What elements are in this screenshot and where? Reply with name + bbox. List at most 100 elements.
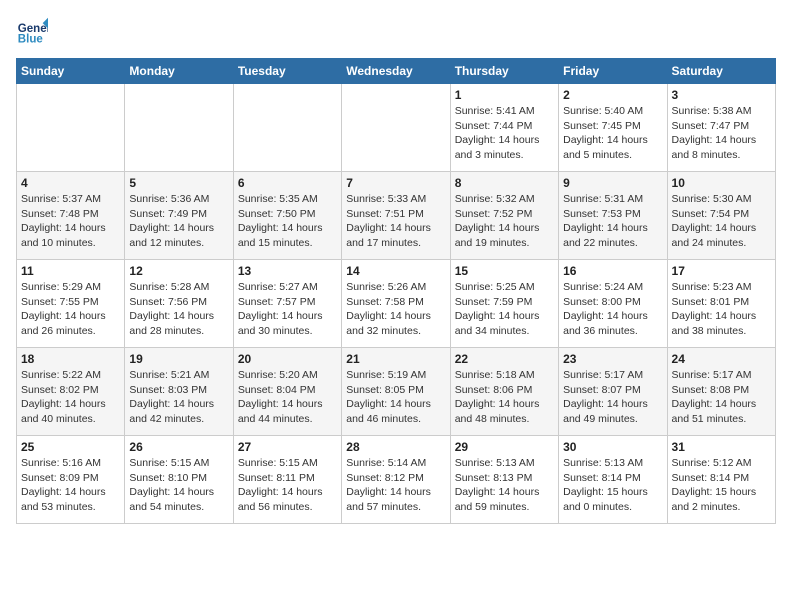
day-number: 3 bbox=[672, 88, 771, 102]
header: General Blue bbox=[16, 16, 776, 48]
day-info: Sunrise: 5:25 AM Sunset: 7:59 PM Dayligh… bbox=[455, 280, 554, 339]
day-info: Sunrise: 5:15 AM Sunset: 8:10 PM Dayligh… bbox=[129, 456, 228, 515]
day-info: Sunrise: 5:27 AM Sunset: 7:57 PM Dayligh… bbox=[238, 280, 337, 339]
day-number: 21 bbox=[346, 352, 445, 366]
calendar-week-3: 11 Sunrise: 5:29 AM Sunset: 7:55 PM Dayli… bbox=[17, 260, 776, 348]
calendar-cell: 23 Sunrise: 5:17 AM Sunset: 8:07 PM Dayli… bbox=[559, 348, 667, 436]
calendar-cell: 14 Sunrise: 5:26 AM Sunset: 7:58 PM Dayli… bbox=[342, 260, 450, 348]
day-info: Sunrise: 5:31 AM Sunset: 7:53 PM Dayligh… bbox=[563, 192, 662, 251]
day-info: Sunrise: 5:41 AM Sunset: 7:44 PM Dayligh… bbox=[455, 104, 554, 163]
day-info: Sunrise: 5:15 AM Sunset: 8:11 PM Dayligh… bbox=[238, 456, 337, 515]
calendar-cell: 29 Sunrise: 5:13 AM Sunset: 8:13 PM Dayli… bbox=[450, 436, 558, 524]
day-number: 30 bbox=[563, 440, 662, 454]
calendar-cell: 12 Sunrise: 5:28 AM Sunset: 7:56 PM Dayli… bbox=[125, 260, 233, 348]
weekday-header-wednesday: Wednesday bbox=[342, 59, 450, 84]
day-info: Sunrise: 5:33 AM Sunset: 7:51 PM Dayligh… bbox=[346, 192, 445, 251]
day-number: 29 bbox=[455, 440, 554, 454]
calendar-cell: 19Sunrise: 5:21 AM Sunset: 8:03 PM Dayli… bbox=[125, 348, 233, 436]
day-number: 5 bbox=[129, 176, 228, 190]
day-number: 6 bbox=[238, 176, 337, 190]
calendar-cell: 27 Sunrise: 5:15 AM Sunset: 8:11 PM Dayli… bbox=[233, 436, 341, 524]
calendar-cell: 18 Sunrise: 5:22 AM Sunset: 8:02 PM Dayli… bbox=[17, 348, 125, 436]
day-info: Sunrise: 5:28 AM Sunset: 7:56 PM Dayligh… bbox=[129, 280, 228, 339]
day-info: Sunrise: 5:38 AM Sunset: 7:47 PM Dayligh… bbox=[672, 104, 771, 163]
calendar-cell: 15 Sunrise: 5:25 AM Sunset: 7:59 PM Dayli… bbox=[450, 260, 558, 348]
calendar-cell: 5 Sunrise: 5:36 AM Sunset: 7:49 PM Daylig… bbox=[125, 172, 233, 260]
day-info: Sunrise: 5:36 AM Sunset: 7:49 PM Dayligh… bbox=[129, 192, 228, 251]
calendar-cell: 16 Sunrise: 5:24 AM Sunset: 8:00 PM Dayli… bbox=[559, 260, 667, 348]
calendar-cell: 10 Sunrise: 5:30 AM Sunset: 7:54 PM Dayli… bbox=[667, 172, 775, 260]
day-number: 15 bbox=[455, 264, 554, 278]
calendar-cell: 21Sunrise: 5:19 AM Sunset: 8:05 PM Dayli… bbox=[342, 348, 450, 436]
calendar-cell: 30 Sunrise: 5:13 AM Sunset: 8:14 PM Dayli… bbox=[559, 436, 667, 524]
calendar-cell bbox=[233, 84, 341, 172]
day-info: Sunrise: 5:26 AM Sunset: 7:58 PM Dayligh… bbox=[346, 280, 445, 339]
day-info: Sunrise: 5:22 AM Sunset: 8:02 PM Dayligh… bbox=[21, 368, 120, 427]
calendar-table: SundayMondayTuesdayWednesdayThursdayFrid… bbox=[16, 58, 776, 524]
calendar-cell bbox=[125, 84, 233, 172]
day-number: 12 bbox=[129, 264, 228, 278]
day-number: 23 bbox=[563, 352, 662, 366]
calendar-cell: 13 Sunrise: 5:27 AM Sunset: 7:57 PM Dayli… bbox=[233, 260, 341, 348]
calendar-week-5: 25Sunrise: 5:16 AM Sunset: 8:09 PM Dayli… bbox=[17, 436, 776, 524]
weekday-header-friday: Friday bbox=[559, 59, 667, 84]
day-info: Sunrise: 5:18 AM Sunset: 8:06 PM Dayligh… bbox=[455, 368, 554, 427]
calendar-week-2: 4Sunrise: 5:37 AM Sunset: 7:48 PM Daylig… bbox=[17, 172, 776, 260]
day-info: Sunrise: 5:20 AM Sunset: 8:04 PM Dayligh… bbox=[238, 368, 337, 427]
calendar-cell: 4Sunrise: 5:37 AM Sunset: 7:48 PM Daylig… bbox=[17, 172, 125, 260]
calendar-cell: 20 Sunrise: 5:20 AM Sunset: 8:04 PM Dayli… bbox=[233, 348, 341, 436]
day-number: 26 bbox=[129, 440, 228, 454]
day-info: Sunrise: 5:24 AM Sunset: 8:00 PM Dayligh… bbox=[563, 280, 662, 339]
day-info: Sunrise: 5:13 AM Sunset: 8:13 PM Dayligh… bbox=[455, 456, 554, 515]
calendar-cell: 2 Sunrise: 5:40 AM Sunset: 7:45 PM Daylig… bbox=[559, 84, 667, 172]
day-number: 8 bbox=[455, 176, 554, 190]
day-info: Sunrise: 5:29 AM Sunset: 7:55 PM Dayligh… bbox=[21, 280, 120, 339]
day-number: 24 bbox=[672, 352, 771, 366]
weekday-header-thursday: Thursday bbox=[450, 59, 558, 84]
calendar-week-1: 1 Sunrise: 5:41 AM Sunset: 7:44 PM Daylig… bbox=[17, 84, 776, 172]
day-number: 4 bbox=[21, 176, 120, 190]
day-number: 14 bbox=[346, 264, 445, 278]
calendar-cell: 3 Sunrise: 5:38 AM Sunset: 7:47 PM Daylig… bbox=[667, 84, 775, 172]
day-number: 20 bbox=[238, 352, 337, 366]
day-number: 1 bbox=[455, 88, 554, 102]
calendar-cell: 22 Sunrise: 5:18 AM Sunset: 8:06 PM Dayli… bbox=[450, 348, 558, 436]
day-number: 11 bbox=[21, 264, 120, 278]
day-info: Sunrise: 5:30 AM Sunset: 7:54 PM Dayligh… bbox=[672, 192, 771, 251]
calendar-cell: 25Sunrise: 5:16 AM Sunset: 8:09 PM Dayli… bbox=[17, 436, 125, 524]
day-number: 28 bbox=[346, 440, 445, 454]
day-number: 17 bbox=[672, 264, 771, 278]
day-info: Sunrise: 5:13 AM Sunset: 8:14 PM Dayligh… bbox=[563, 456, 662, 515]
weekday-header-row: SundayMondayTuesdayWednesdayThursdayFrid… bbox=[17, 59, 776, 84]
day-info: Sunrise: 5:32 AM Sunset: 7:52 PM Dayligh… bbox=[455, 192, 554, 251]
day-number: 10 bbox=[672, 176, 771, 190]
day-number: 18 bbox=[21, 352, 120, 366]
day-info: Sunrise: 5:17 AM Sunset: 8:07 PM Dayligh… bbox=[563, 368, 662, 427]
calendar-cell: 31 Sunrise: 5:12 AM Sunset: 8:14 PM Dayli… bbox=[667, 436, 775, 524]
svg-text:Blue: Blue bbox=[18, 34, 44, 46]
day-number: 22 bbox=[455, 352, 554, 366]
calendar-cell: 1 Sunrise: 5:41 AM Sunset: 7:44 PM Daylig… bbox=[450, 84, 558, 172]
day-number: 31 bbox=[672, 440, 771, 454]
day-number: 27 bbox=[238, 440, 337, 454]
calendar-cell bbox=[342, 84, 450, 172]
day-number: 13 bbox=[238, 264, 337, 278]
day-info: Sunrise: 5:12 AM Sunset: 8:14 PM Dayligh… bbox=[672, 456, 771, 515]
weekday-header-monday: Monday bbox=[125, 59, 233, 84]
day-number: 25 bbox=[21, 440, 120, 454]
calendar-cell: 24 Sunrise: 5:17 AM Sunset: 8:08 PM Dayli… bbox=[667, 348, 775, 436]
logo-icon: General Blue bbox=[16, 16, 48, 48]
day-number: 16 bbox=[563, 264, 662, 278]
day-number: 2 bbox=[563, 88, 662, 102]
day-number: 19 bbox=[129, 352, 228, 366]
calendar-week-4: 18 Sunrise: 5:22 AM Sunset: 8:02 PM Dayli… bbox=[17, 348, 776, 436]
day-info: Sunrise: 5:40 AM Sunset: 7:45 PM Dayligh… bbox=[563, 104, 662, 163]
calendar-cell: 26 Sunrise: 5:15 AM Sunset: 8:10 PM Dayli… bbox=[125, 436, 233, 524]
calendar-cell: 9Sunrise: 5:31 AM Sunset: 7:53 PM Daylig… bbox=[559, 172, 667, 260]
calendar-cell: 28 Sunrise: 5:14 AM Sunset: 8:12 PM Dayli… bbox=[342, 436, 450, 524]
day-info: Sunrise: 5:14 AM Sunset: 8:12 PM Dayligh… bbox=[346, 456, 445, 515]
day-info: Sunrise: 5:17 AM Sunset: 8:08 PM Dayligh… bbox=[672, 368, 771, 427]
day-number: 7 bbox=[346, 176, 445, 190]
weekday-header-tuesday: Tuesday bbox=[233, 59, 341, 84]
day-info: Sunrise: 5:35 AM Sunset: 7:50 PM Dayligh… bbox=[238, 192, 337, 251]
